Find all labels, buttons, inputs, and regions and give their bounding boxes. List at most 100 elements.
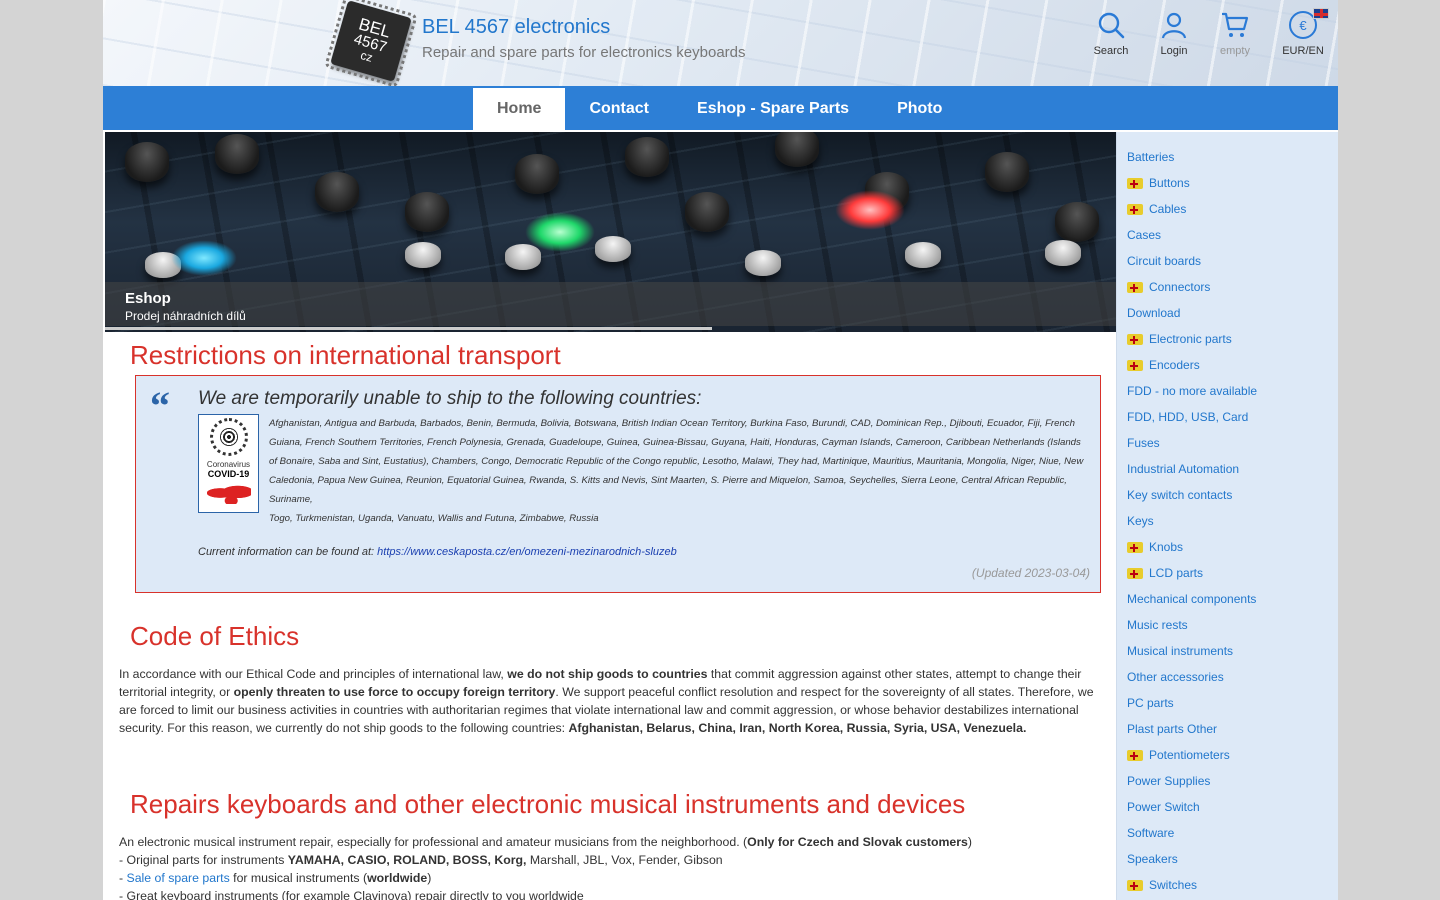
covid-badge-line-2: COVID-19 <box>207 469 250 479</box>
cart-button[interactable]: empty <box>1200 11 1270 57</box>
sidebar-item-keys[interactable]: Keys <box>1117 508 1338 534</box>
sidebar-item-label: Musical instruments <box>1127 644 1234 658</box>
logo-line-3: cz <box>358 47 375 65</box>
green-light <box>525 212 595 252</box>
expand-folder-icon[interactable] <box>1127 203 1143 215</box>
expand-folder-icon[interactable] <box>1127 567 1143 579</box>
sidebar-item-knobs[interactable]: Knobs <box>1117 534 1338 560</box>
sidebar-item-encoders[interactable]: Encoders <box>1117 352 1338 378</box>
sidebar-item-fdd-no-more-available[interactable]: FDD - no more available <box>1117 378 1338 404</box>
expand-folder-icon[interactable] <box>1127 879 1143 891</box>
site-title[interactable]: BEL 4567 electronics <box>422 16 746 39</box>
info-line: Current information can be found at: htt… <box>198 546 677 558</box>
sidebar-item-label: Fuses <box>1127 436 1160 450</box>
sidebar-item-download[interactable]: Download <box>1117 300 1338 326</box>
sidebar-item-label: Encoders <box>1149 358 1200 372</box>
sidebar-item-plast-parts-other[interactable]: Plast parts Other <box>1117 716 1338 742</box>
sidebar-item-label: Other accessories <box>1127 670 1224 684</box>
expand-folder-icon[interactable] <box>1127 333 1143 345</box>
sidebar-item-music-rests[interactable]: Music rests <box>1117 612 1338 638</box>
expand-folder-icon[interactable] <box>1127 359 1143 371</box>
nav-eshop[interactable]: Eshop - Spare Parts <box>673 88 873 130</box>
nav-photo[interactable]: Photo <box>873 88 966 130</box>
sidebar-item-batteries[interactable]: Batteries <box>1117 144 1338 170</box>
header: BEL 4567 cz BEL 4567 electronics Repair … <box>103 0 1338 86</box>
sidebar-item-key-switch-contacts[interactable]: Key switch contacts <box>1117 482 1338 508</box>
sidebar-item-label: Power Switch <box>1127 800 1200 814</box>
sidebar-item-musical-instruments[interactable]: Musical instruments <box>1117 638 1338 664</box>
banner-knob <box>685 192 729 232</box>
brand: BEL 4567 electronics Repair and spare pa… <box>422 16 746 61</box>
quote-icon: “ <box>150 383 170 428</box>
main-nav: Home Contact Eshop - Spare Parts Photo <box>103 86 1338 130</box>
sidebar-item-connectors[interactable]: Connectors <box>1117 274 1338 300</box>
sidebar-item-software[interactable]: Software <box>1117 820 1338 846</box>
sidebar-item-label: Speakers <box>1127 852 1178 866</box>
spare-parts-link[interactable]: Sale of spare parts <box>127 871 230 885</box>
expand-folder-icon[interactable] <box>1127 281 1143 293</box>
virus-icon <box>209 418 248 456</box>
sidebar-item-fuses[interactable]: Fuses <box>1117 430 1338 456</box>
banner-subtitle: Prodej náhradních dílů <box>125 309 246 323</box>
banner-button <box>905 242 941 268</box>
sidebar-item-label: Connectors <box>1149 280 1211 294</box>
sidebar-item-label: Batteries <box>1127 150 1175 164</box>
search-button[interactable]: Search <box>1076 11 1146 57</box>
sidebar-item-lcd-parts[interactable]: LCD parts <box>1117 560 1338 586</box>
banner-knob <box>315 172 359 212</box>
sidebar-item-power-supplies[interactable]: Power Supplies <box>1117 768 1338 794</box>
sidebar-item-speakers[interactable]: Speakers <box>1117 846 1338 872</box>
currency-language-button[interactable]: € EUR/EN <box>1268 8 1338 57</box>
sidebar-item-label: FDD, HDD, USB, Card <box>1127 410 1249 424</box>
ethics-paragraph: In accordance with our Ethical Code and … <box>119 667 1094 735</box>
sidebar-item-fdd-hdd-usb-card[interactable]: FDD, HDD, USB, Card <box>1117 404 1338 430</box>
sidebar-item-cables[interactable]: Cables <box>1117 196 1338 222</box>
sidebar-item-circuit-boards[interactable]: Circuit boards <box>1117 248 1338 274</box>
sidebar-item-switches[interactable]: Switches <box>1117 872 1338 898</box>
banner-title: Eshop <box>125 290 171 307</box>
world-map-icon <box>206 482 251 504</box>
banner-button <box>745 250 781 276</box>
sidebar-item-label: Circuit boards <box>1127 254 1202 268</box>
shipping-restrictions-box: “ We are temporarily unable to ship to t… <box>135 375 1101 593</box>
sidebar-item-other-accessories[interactable]: Other accessories <box>1117 664 1338 690</box>
banner-button <box>505 244 541 270</box>
expand-folder-icon[interactable] <box>1127 177 1143 189</box>
sidebar-item-label: LCD parts <box>1149 566 1204 580</box>
nav-home[interactable]: Home <box>473 88 566 130</box>
category-sidebar: Batteries Buttons Cables Cases Circuit board… <box>1116 132 1338 900</box>
banner-knob <box>625 137 669 177</box>
repairs-section: Repairs keyboards and other electronic m… <box>119 789 1099 900</box>
expand-folder-icon[interactable] <box>1127 541 1143 553</box>
sidebar-item-electronic-parts[interactable]: Electronic parts <box>1117 326 1338 352</box>
sidebar-item-mechanical-components[interactable]: Mechanical components <box>1117 586 1338 612</box>
uk-flag-icon <box>1313 8 1329 19</box>
logo[interactable]: BEL 4567 cz <box>330 0 412 82</box>
banner-progress-bar <box>105 327 712 330</box>
covid-badge-line-1: Coronavirus <box>206 460 251 469</box>
covid-badge: Coronavirus COVID-19 <box>198 414 259 513</box>
currency-label: EUR/EN <box>1282 45 1324 57</box>
cart-label: empty <box>1220 45 1250 57</box>
repairs-heading: Repairs keyboards and other electronic m… <box>130 789 966 819</box>
nav-contact[interactable]: Contact <box>565 88 673 130</box>
sidebar-item-buttons[interactable]: Buttons <box>1117 170 1338 196</box>
sidebar-item-label: Switches <box>1149 878 1198 892</box>
restrictions-heading: Restrictions on international transport <box>130 340 561 370</box>
sidebar-item-label: Software <box>1127 826 1175 840</box>
sidebar-item-industrial-automation[interactable]: Industrial Automation <box>1117 456 1338 482</box>
sidebar-item-potentiometers[interactable]: Potentiometers <box>1117 742 1338 768</box>
sidebar-item-pc-parts[interactable]: PC parts <box>1117 690 1338 716</box>
login-button[interactable]: Login <box>1139 11 1209 57</box>
sidebar-item-power-switch[interactable]: Power Switch <box>1117 794 1338 820</box>
restrictions-title: We are temporarily unable to ship to the… <box>198 388 702 409</box>
sidebar-item-cases[interactable]: Cases <box>1117 222 1338 248</box>
sidebar-item-label: FDD - no more available <box>1127 384 1258 398</box>
login-label: Login <box>1160 45 1188 57</box>
euro-icon: € <box>1289 8 1329 39</box>
hero-banner[interactable]: Eshop Prodej náhradních dílů <box>105 132 1116 332</box>
ceska-posta-link[interactable]: https://www.ceskaposta.cz/en/omezeni-mez… <box>377 546 677 558</box>
repairs-paragraph: An electronic musical instrument repair,… <box>119 835 972 900</box>
banner-caption: Eshop Prodej náhradních dílů <box>105 282 1116 326</box>
expand-folder-icon[interactable] <box>1127 749 1143 761</box>
